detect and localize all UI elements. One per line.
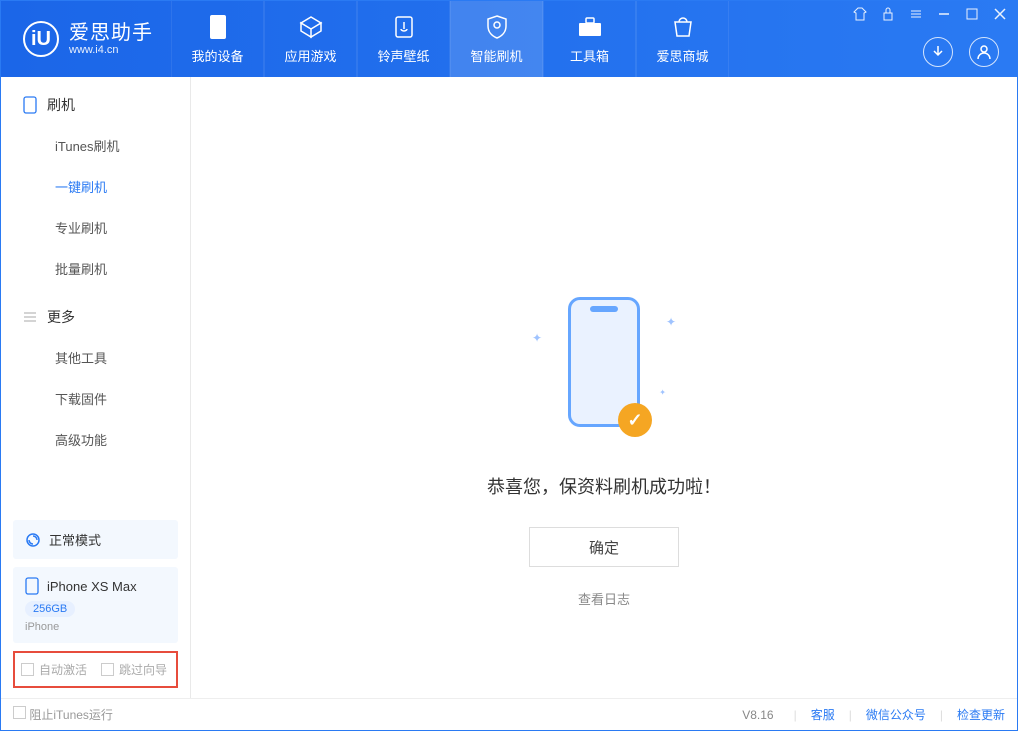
tab-label: 铃声壁纸: [377, 46, 429, 65]
apps-icon: [298, 14, 324, 40]
device-name-text: iPhone XS Max: [47, 579, 137, 594]
close-icon[interactable]: [993, 7, 1007, 21]
sparkle-icon: ✦: [666, 315, 676, 329]
refresh-icon: [25, 532, 41, 548]
main-tabs: 我的设备 应用游戏 铃声壁纸 智能刷机 工具箱 爱思商城: [171, 1, 729, 77]
mode-label: 正常模式: [49, 530, 101, 549]
tab-apps[interactable]: 应用游戏: [264, 1, 357, 77]
check-badge-icon: ✓: [618, 403, 652, 437]
footer-link-wechat[interactable]: 微信公众号: [866, 706, 926, 723]
sidebar-item-advanced[interactable]: 高级功能: [1, 419, 190, 460]
device-info-box[interactable]: iPhone XS Max 256GB iPhone: [13, 567, 178, 643]
app-logo: iU 爱思助手 www.i4.cn: [1, 1, 171, 77]
app-name-cn: 爱思助手: [69, 22, 153, 44]
checkbox-input[interactable]: [13, 706, 26, 719]
tab-flash[interactable]: 智能刷机: [450, 1, 543, 77]
device-type: iPhone: [25, 621, 166, 633]
footer-link-support[interactable]: 客服: [811, 706, 835, 723]
version-label: V8.16: [742, 708, 773, 722]
status-bar: 阻止iTunes运行 V8.16 | 客服 | 微信公众号 | 检查更新: [1, 698, 1017, 730]
highlighted-options-box: 自动激活 跳过向导: [13, 651, 178, 688]
separator: |: [940, 708, 943, 722]
sidebar-section-flash: 刷机: [1, 77, 190, 125]
app-name-en: www.i4.cn: [69, 44, 153, 56]
download-icon[interactable]: [923, 37, 953, 67]
checkbox-block-itunes[interactable]: 阻止iTunes运行: [13, 706, 113, 723]
separator: |: [794, 708, 797, 722]
toolbox-icon: [577, 14, 603, 40]
sparkle-icon: ✦: [532, 331, 542, 345]
checkbox-skip-guide[interactable]: 跳过向导: [101, 661, 167, 678]
tab-label: 智能刷机: [470, 46, 522, 65]
separator: |: [849, 708, 852, 722]
tab-ringtone[interactable]: 铃声壁纸: [357, 1, 450, 77]
ringtone-icon: [391, 14, 417, 40]
sidebar-section-more: 更多: [1, 289, 190, 337]
header-right-icons: [923, 37, 999, 67]
success-illustration: ✦ ✦ ✦ ✓: [514, 297, 694, 447]
tab-label: 我的设备: [191, 46, 243, 65]
sidebar-item-oneclick-flash[interactable]: 一键刷机: [1, 166, 190, 207]
device-icon: [205, 14, 231, 40]
logo-icon: iU: [23, 21, 59, 57]
device-mode-box[interactable]: 正常模式: [13, 520, 178, 559]
sidebar-item-pro-flash[interactable]: 专业刷机: [1, 207, 190, 248]
window-controls: [853, 7, 1007, 21]
checkbox-input[interactable]: [101, 663, 114, 676]
maximize-icon[interactable]: [965, 7, 979, 21]
success-message: 恭喜您，保资料刷机成功啦！: [487, 473, 721, 499]
shop-icon: [670, 14, 696, 40]
menu-icon[interactable]: [909, 7, 923, 21]
checkbox-auto-activate[interactable]: 自动激活: [21, 661, 87, 678]
sidebar-item-itunes-flash[interactable]: iTunes刷机: [1, 125, 190, 166]
sidebar: 刷机 iTunes刷机 一键刷机 专业刷机 批量刷机 更多 其他工具 下载固件 …: [1, 77, 191, 698]
footer-link-update[interactable]: 检查更新: [957, 706, 1005, 723]
tab-label: 爱思商城: [656, 46, 708, 65]
tab-shop[interactable]: 爱思商城: [636, 1, 729, 77]
sidebar-item-other-tools[interactable]: 其他工具: [1, 337, 190, 378]
view-log-link[interactable]: 查看日志: [578, 589, 630, 608]
shirt-icon[interactable]: [853, 7, 867, 21]
main-content: ✦ ✦ ✦ ✓ 恭喜您，保资料刷机成功啦！ 确定 查看日志: [191, 77, 1017, 698]
more-lines-icon: [23, 310, 37, 324]
device-phone-icon: [25, 577, 39, 595]
tab-label: 工具箱: [570, 46, 609, 65]
shield-icon: [484, 14, 510, 40]
ok-button[interactable]: 确定: [529, 527, 679, 567]
lock-icon[interactable]: [881, 7, 895, 21]
tab-toolbox[interactable]: 工具箱: [543, 1, 636, 77]
minimize-icon[interactable]: [937, 7, 951, 21]
title-bar: iU 爱思助手 www.i4.cn 我的设备 应用游戏 铃声壁纸 智能刷机 工具…: [1, 1, 1017, 77]
sparkle-icon: ✦: [659, 388, 666, 397]
checkbox-input[interactable]: [21, 663, 34, 676]
tab-my-device[interactable]: 我的设备: [171, 1, 264, 77]
device-storage: 256GB: [25, 601, 75, 617]
tab-label: 应用游戏: [284, 46, 336, 65]
user-icon[interactable]: [969, 37, 999, 67]
sidebar-item-batch-flash[interactable]: 批量刷机: [1, 248, 190, 289]
sidebar-item-download-fw[interactable]: 下载固件: [1, 378, 190, 419]
phone-outline-icon: [23, 96, 37, 114]
